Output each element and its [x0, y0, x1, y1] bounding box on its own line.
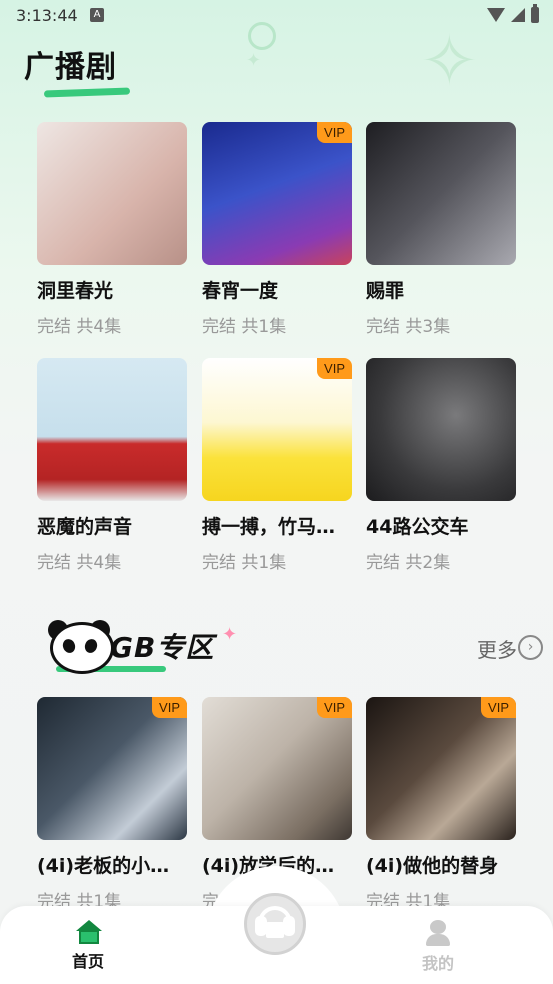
- sparkle-icon: ✦: [222, 624, 238, 645]
- cover-image[interactable]: VIP: [366, 697, 516, 840]
- gb-zone-logo: GB专区 ✦: [46, 620, 246, 674]
- card-title: 恶魔的声音: [37, 516, 133, 538]
- cover-image[interactable]: VIP: [202, 358, 352, 501]
- section-title-gb-zone: GB专区: [110, 631, 215, 664]
- notification-icon: A: [90, 8, 104, 22]
- panda-icon: [50, 622, 114, 674]
- vip-badge: VIP: [317, 697, 352, 718]
- system-icons: [487, 4, 539, 23]
- vip-badge: VIP: [317, 122, 352, 143]
- cover-image[interactable]: [366, 122, 516, 265]
- vip-badge: VIP: [481, 697, 516, 718]
- tab-me[interactable]: 我的: [408, 920, 468, 974]
- clock: 3:13:44: [16, 6, 78, 25]
- tab-me-label: 我的: [421, 954, 454, 973]
- cover-image[interactable]: [37, 358, 187, 501]
- headphones-ear: [283, 916, 295, 936]
- card-title: 搏一搏，竹马变老攻: [202, 516, 352, 538]
- card-meta: 完结 共1集: [202, 553, 287, 573]
- profile-icon: [426, 920, 450, 946]
- card-title: 44路公交车: [366, 516, 469, 538]
- card-meta: 完结 共3集: [366, 317, 451, 337]
- audio-book-button[interactable]: [244, 893, 306, 955]
- cover-image[interactable]: VIP: [37, 697, 187, 840]
- section-title-radio-drama: 广播剧: [24, 50, 117, 85]
- card-meta: 完结 共1集: [202, 317, 287, 337]
- card-title: (4i)老板的小秘书: [37, 855, 187, 877]
- card-title: 赐罪: [366, 280, 405, 302]
- tab-home[interactable]: 首页: [58, 920, 118, 972]
- cover-image[interactable]: [366, 358, 516, 501]
- panda-eye: [60, 637, 78, 655]
- card-meta: 完结 共4集: [37, 317, 122, 337]
- book-icon: [266, 922, 284, 938]
- decor-star-icon: ✧: [420, 20, 479, 102]
- wifi-icon: [487, 8, 505, 22]
- card-meta: 完结 共4集: [37, 553, 122, 573]
- title-underline: [43, 87, 131, 98]
- card-title: 洞里春光: [37, 280, 114, 302]
- decor-circle: [248, 22, 276, 50]
- card-title: (4i)做他的替身: [366, 855, 499, 877]
- more-link[interactable]: 更多: [477, 634, 517, 663]
- cover-image[interactable]: VIP: [202, 122, 352, 265]
- vip-badge: VIP: [317, 358, 352, 379]
- card-title: 春宵一度: [202, 280, 279, 302]
- panda-eye: [82, 637, 100, 655]
- signal-icon: [511, 8, 525, 22]
- cover-image[interactable]: VIP: [202, 697, 352, 840]
- home-icon: [76, 920, 102, 944]
- vip-badge: VIP: [152, 697, 187, 718]
- tab-home-label: 首页: [71, 952, 104, 971]
- chevron-right-icon[interactable]: ›: [518, 635, 543, 660]
- card-meta: 完结 共2集: [366, 553, 451, 573]
- cover-image[interactable]: [37, 122, 187, 265]
- decor-star-icon: ✦: [246, 50, 262, 71]
- battery-icon: [531, 4, 539, 23]
